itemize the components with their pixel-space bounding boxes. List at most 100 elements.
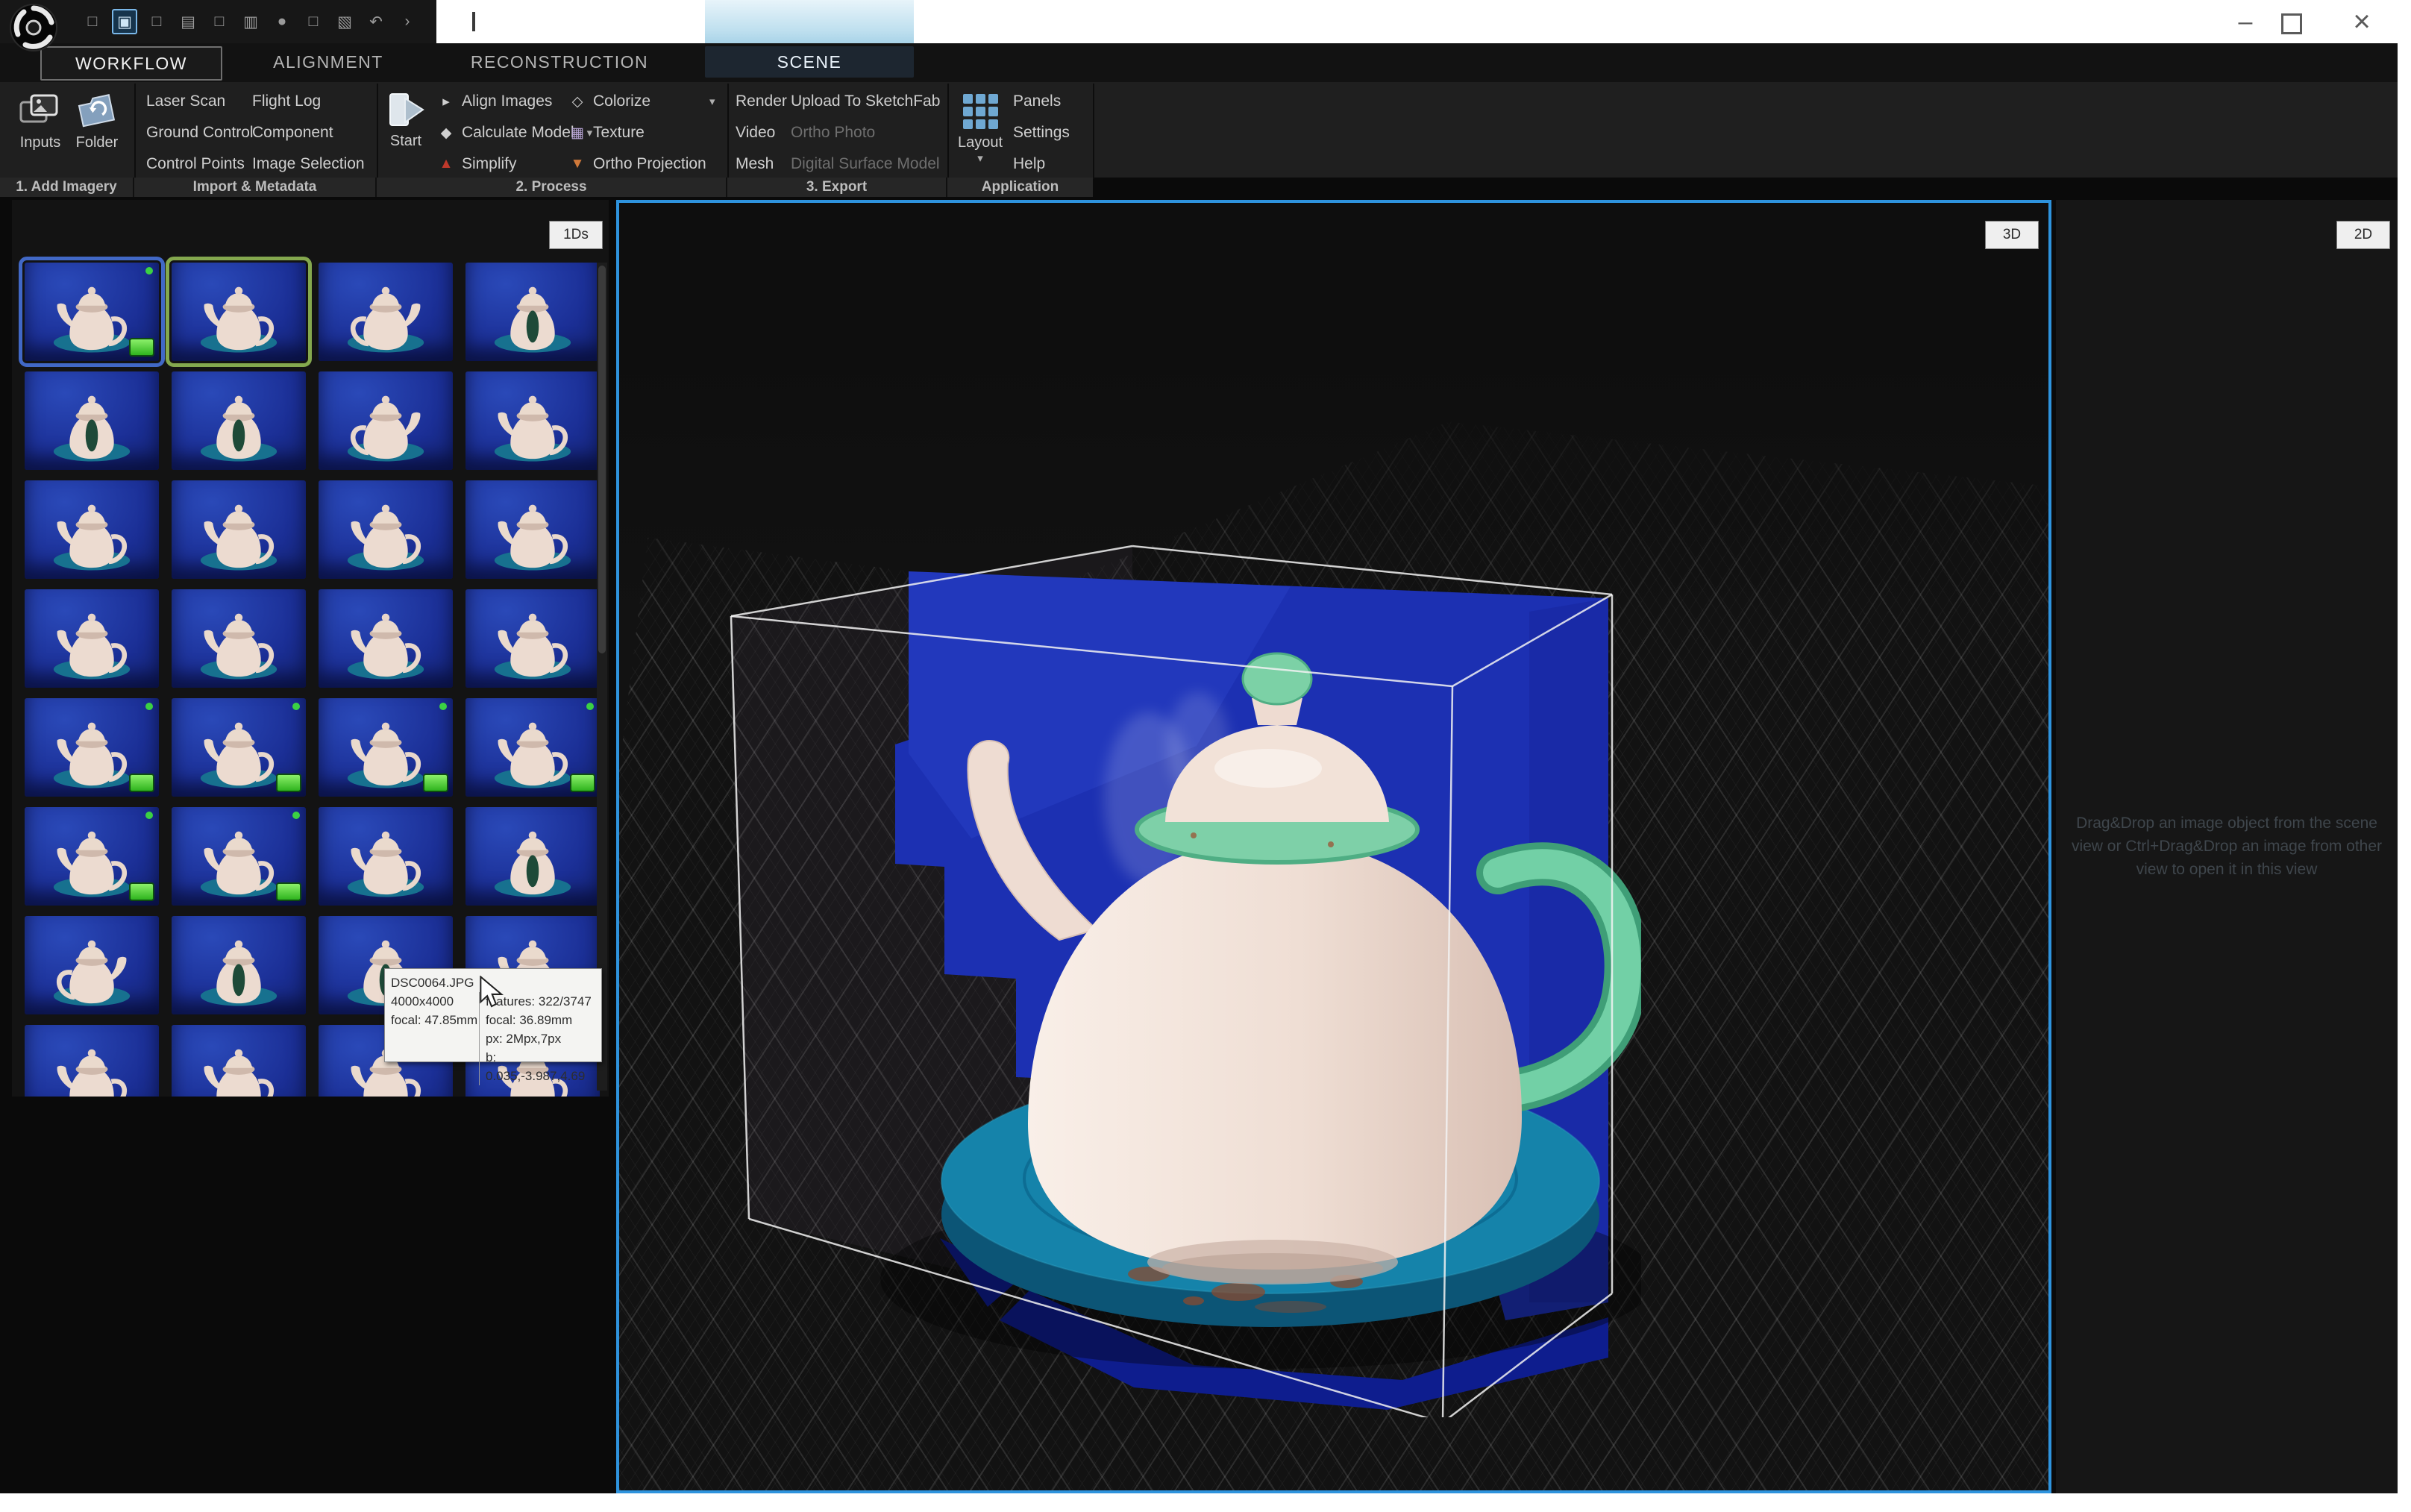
view2d-badge[interactable]: 2D [2336,221,2390,249]
image-thumbnail[interactable] [319,589,453,688]
qat-export-icon[interactable]: ▥ [239,10,263,34]
page-margin-bottom [0,1493,2411,1512]
tab-scene[interactable]: SCENE [705,46,914,78]
image-thumbnail[interactable] [319,371,453,470]
ortho-projection-button[interactable]: ▼Ortho Projection [568,151,706,178]
image-thumbnail[interactable] [465,263,600,361]
digital-surface-model-button[interactable]: Digital Surface Model [791,151,940,178]
align-images-button[interactable]: ▸Align Images [437,88,552,115]
ribbon-group-labels: 1. Add Imagery Import & Metadata 2. Proc… [0,178,1093,197]
image-thumbnail[interactable] [172,589,306,688]
tab-alignment[interactable]: ALIGNMENT [246,46,410,78]
start-button[interactable]: Start [382,87,430,150]
ortho-projection-icon: ▼ [568,156,586,172]
layout-button[interactable]: Layout ▾ [955,88,1006,165]
image-thumbnail[interactable] [25,589,159,688]
image-thumbnail[interactable] [465,480,600,579]
qat-undo-icon[interactable]: ↶ [364,10,388,34]
images-scrollbar-thumb[interactable] [598,266,606,653]
image-thumbnail[interactable] [25,807,159,906]
flight-log-button[interactable]: Flight Log [252,88,321,115]
image-thumbnail[interactable] [172,916,306,1014]
qat-new-icon[interactable]: □ [81,10,104,34]
image-thumbnail[interactable] [465,698,600,797]
tooltip-calibrated-focal: focal: 36.89mm [486,1011,595,1029]
images-panel-badge[interactable]: 1Ds [549,221,603,249]
qat-more-icon[interactable]: › [395,10,419,34]
folder-icon [76,88,118,134]
view-2d[interactable]: Drag&Drop an image object from the scene… [2056,200,2398,1493]
image-thumbnail[interactable] [319,480,453,579]
image-thumbnail[interactable] [465,589,600,688]
mesh-button[interactable]: Mesh [736,151,774,178]
minimize-button[interactable]: – [2223,0,2268,43]
inputs-button[interactable]: Inputs [16,88,64,151]
quick-access-toolbar: □ ▣ □ ▤ □ ▥ ● □ ▧ ↶ › [81,10,419,34]
image-thumbnail[interactable] [25,698,159,797]
tab-reconstruction[interactable]: RECONSTRUCTION [448,46,671,78]
aligned-indicator-dot [292,812,300,819]
qat-record-icon[interactable]: ● [270,10,294,34]
image-thumbnail[interactable] [25,480,159,579]
colorize-icon: ◇ [568,93,586,110]
image-thumbnail[interactable] [172,1025,306,1097]
folder-button[interactable]: Folder [72,88,122,151]
help-button[interactable]: Help [1013,151,1045,178]
colorize-dropdown-icon[interactable]: ▾ [709,95,715,108]
qat-layout-icon[interactable]: ▣ [112,9,137,34]
aligned-indicator-dot [145,703,153,710]
control-points-button[interactable]: Control Points [146,151,245,178]
image-thumbnail[interactable] [465,371,600,470]
aligned-indicator-dot [439,703,447,710]
image-selection-button[interactable]: Image Selection [252,151,365,178]
close-button[interactable]: × [2339,0,2384,43]
restore-button[interactable] [2281,13,2302,34]
tab-workflow[interactable]: WORKFLOW [40,46,222,81]
upload-to-sketchfab-button[interactable]: Upload To SketchFab [791,88,940,115]
image-thumbnail[interactable] [172,698,306,797]
settings-button[interactable]: Settings [1013,119,1070,146]
control-point-badge [129,338,154,357]
start-label: Start [390,133,421,150]
aligned-indicator-dot [586,703,594,710]
control-point-badge [129,774,154,792]
images-scrollbar[interactable] [597,263,607,1091]
image-thumbnail[interactable] [25,263,159,361]
texture-icon: ▦ [568,125,586,142]
qat-component-icon[interactable]: □ [301,10,325,34]
aligned-indicator-dot [292,703,300,710]
image-thumbnail[interactable] [25,371,159,470]
image-thumbnail[interactable] [319,698,453,797]
image-thumbnail[interactable] [25,1025,159,1097]
laser-scan-button[interactable]: Laser Scan [146,88,225,115]
page-margin-right [2398,0,2411,1512]
image-thumbnail[interactable] [172,807,306,906]
qat-report-icon[interactable]: ▧ [333,10,357,34]
image-thumbnail[interactable] [465,807,600,906]
qat-import-icon[interactable]: □ [207,10,231,34]
qat-save-icon[interactable]: ▤ [176,10,200,34]
component-button[interactable]: Component [252,119,333,146]
video-button[interactable]: Video [736,119,775,146]
image-thumbnail[interactable] [319,263,453,361]
qat-open-icon[interactable]: □ [145,10,169,34]
render-button[interactable]: Render [736,88,787,115]
image-thumbnail[interactable] [172,371,306,470]
inputs-icon [19,88,62,134]
texture-button[interactable]: ▦Texture [568,119,645,146]
ortho-photo-button[interactable]: Ortho Photo [791,119,875,146]
image-thumbnail[interactable] [172,480,306,579]
image-thumbnail[interactable] [172,263,306,361]
ground-control-button[interactable]: Ground Control [146,119,254,146]
image-thumbnail[interactable] [25,916,159,1014]
control-point-badge [570,774,595,792]
panels-button[interactable]: Panels [1013,88,1061,115]
viewport3d-badge[interactable]: 3D [1985,221,2039,249]
viewport-3d[interactable] [616,200,2051,1493]
colorize-button[interactable]: ◇Colorize ▾ [568,88,715,115]
layout-dropdown-icon[interactable]: ▾ [977,151,983,165]
simplify-button[interactable]: ▲Simplify [437,151,517,178]
app-logo-icon[interactable] [9,3,58,52]
image-thumbnail[interactable] [319,807,453,906]
tooltip-focal: focal: 47.85mm [391,1011,479,1029]
